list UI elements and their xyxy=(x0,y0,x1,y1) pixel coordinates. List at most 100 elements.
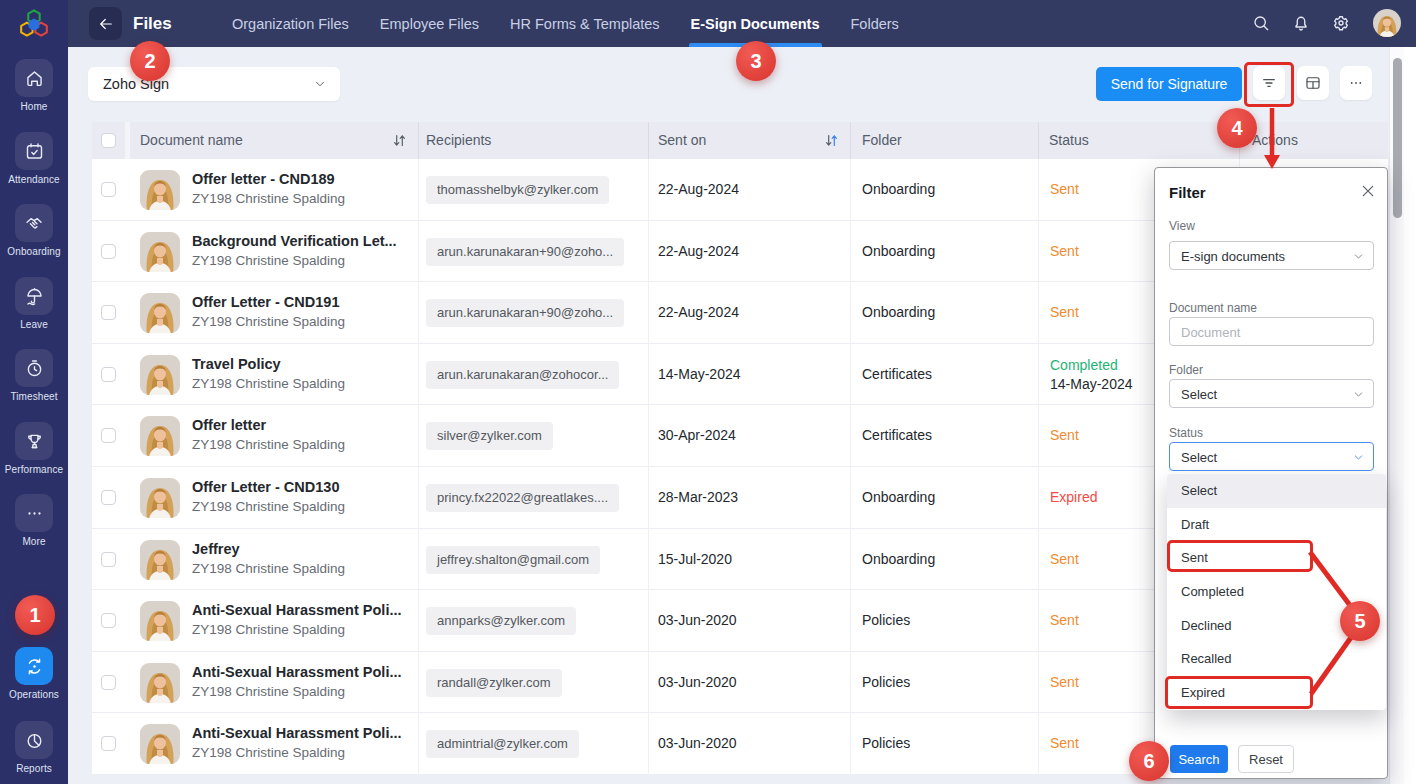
document-name[interactable]: Anti-Sexual Harassment Poli... xyxy=(192,664,402,680)
document-name[interactable]: Offer Letter - CND191 xyxy=(192,294,339,310)
vertical-scrollbar[interactable] xyxy=(1389,47,1404,784)
person-photo xyxy=(140,416,180,456)
status-label: Status xyxy=(1169,426,1203,440)
row-checkbox[interactable] xyxy=(101,613,116,628)
status-options-list: SelectDraftSentCompletedDeclinedRecalled… xyxy=(1167,474,1386,710)
document-owner: ZY198 Christine Spalding xyxy=(192,191,345,206)
status-option-select[interactable]: Select xyxy=(1167,474,1386,508)
operations-sync-icon xyxy=(24,656,45,677)
more-options-button[interactable] xyxy=(1340,66,1372,100)
row-checkbox[interactable] xyxy=(101,367,116,382)
person-photo xyxy=(140,232,180,272)
folder-name: Certificates xyxy=(862,427,932,443)
document-owner: ZY198 Christine Spalding xyxy=(192,499,345,514)
search-button[interactable] xyxy=(1251,13,1271,33)
filter-panel-title: Filter xyxy=(1169,184,1206,201)
folder-name: Policies xyxy=(862,735,910,751)
sidebar-item-label: Leave xyxy=(0,319,68,330)
col-recipients: Recipients xyxy=(426,132,491,148)
status-badge: Sent xyxy=(1050,427,1079,443)
document-name[interactable]: Offer letter - CND189 xyxy=(192,171,335,187)
recipient-email: thomasshelbyk@zylker.com xyxy=(426,176,609,204)
annotation-badge-5: 5 xyxy=(1340,601,1380,641)
sidebar-item-label: Reports xyxy=(0,763,68,774)
row-checkbox[interactable] xyxy=(101,305,116,320)
document-name[interactable]: Anti-Sexual Harassment Poli... xyxy=(192,602,402,618)
performance-trophy-icon xyxy=(24,431,45,452)
sort-icon[interactable] xyxy=(825,134,838,147)
scrollbar-thumb[interactable] xyxy=(1393,58,1402,218)
view-select[interactable]: E-sign documents xyxy=(1169,241,1374,270)
row-checkbox[interactable] xyxy=(101,552,116,567)
sent-on-date: 22-Aug-2024 xyxy=(658,243,739,259)
document-name[interactable]: Offer letter xyxy=(192,417,266,433)
send-for-signature-button[interactable]: Send for Signature xyxy=(1096,67,1242,101)
reset-button[interactable]: Reset xyxy=(1238,745,1294,773)
gear-button[interactable] xyxy=(1331,13,1351,33)
annotation-badge-1: 1 xyxy=(15,595,55,635)
sort-icon[interactable] xyxy=(393,134,406,147)
person-photo xyxy=(140,170,180,210)
sidebar-item-more[interactable]: More xyxy=(0,494,68,547)
avatar xyxy=(140,232,180,272)
row-checkbox[interactable] xyxy=(101,736,116,751)
person-photo xyxy=(140,293,180,333)
select-all-checkbox[interactable] xyxy=(101,133,116,148)
document-name[interactable]: Travel Policy xyxy=(192,356,281,372)
avatar xyxy=(140,478,180,518)
view-label: View xyxy=(1169,219,1195,233)
row-checkbox[interactable] xyxy=(101,675,116,690)
document-name[interactable]: Background Verification Let... xyxy=(192,233,397,249)
sidebar-item-home[interactable]: Home xyxy=(0,59,68,112)
sidebar-item-timesheet[interactable]: Timesheet xyxy=(0,349,68,402)
sent-on-date: 22-Aug-2024 xyxy=(658,304,739,320)
folder-select[interactable]: Select xyxy=(1169,379,1374,408)
sidebar-item-operations[interactable]: Operations xyxy=(0,647,68,700)
search-button[interactable]: Search xyxy=(1170,745,1228,773)
row-checkbox[interactable] xyxy=(101,244,116,259)
row-checkbox[interactable] xyxy=(101,428,116,443)
person-photo xyxy=(1373,9,1401,37)
col-folder: Folder xyxy=(862,132,902,148)
document-owner: ZY198 Christine Spalding xyxy=(192,561,345,576)
annotation-box-filter-button xyxy=(1244,62,1294,107)
folder-name: Onboarding xyxy=(862,551,935,567)
leave-umbrella-icon xyxy=(24,286,45,307)
sidebar-item-performance[interactable]: Performance xyxy=(0,422,68,475)
status-option-draft[interactable]: Draft xyxy=(1167,508,1386,542)
sidebar-item-attendance[interactable]: Attendance xyxy=(0,132,68,185)
sent-on-date: 15-Jul-2020 xyxy=(658,551,732,567)
bell-button[interactable] xyxy=(1291,13,1311,33)
row-checkbox[interactable] xyxy=(101,182,116,197)
column-settings-icon xyxy=(1304,74,1322,92)
document-name[interactable]: Anti-Sexual Harassment Poli... xyxy=(192,725,402,741)
avatar xyxy=(140,293,180,333)
document-name-input[interactable]: Document xyxy=(1169,317,1374,346)
document-name[interactable]: Offer Letter - CND130 xyxy=(192,479,339,495)
close-icon[interactable] xyxy=(1360,183,1376,199)
chevron-down-icon xyxy=(314,78,326,90)
sidebar-item-leave[interactable]: Leave xyxy=(0,277,68,330)
recipient-email: silver@zylker.com xyxy=(426,422,553,450)
sidebar-item-reports[interactable]: Reports xyxy=(0,721,68,774)
document-name[interactable]: Jeffrey xyxy=(192,541,240,557)
column-settings-button[interactable] xyxy=(1297,66,1329,100)
recipient-email: princy.fx22022@greatlakes.... xyxy=(426,484,619,512)
folder-name: Onboarding xyxy=(862,181,935,197)
status-badge: Sent xyxy=(1050,304,1079,320)
row-checkbox[interactable] xyxy=(101,490,116,505)
document-owner: ZY198 Christine Spalding xyxy=(192,684,345,699)
zoho-sign-dropdown[interactable]: Zoho Sign xyxy=(88,67,340,101)
col-status: Status xyxy=(1049,132,1089,148)
document-owner: ZY198 Christine Spalding xyxy=(192,745,345,760)
sidebar-item-onboarding[interactable]: Onboarding xyxy=(0,204,68,257)
status-badge: Sent xyxy=(1050,181,1079,197)
status-option-recalled[interactable]: Recalled xyxy=(1167,642,1386,676)
user-avatar[interactable] xyxy=(1373,9,1401,37)
onboarding-handshake-icon xyxy=(24,213,45,234)
person-photo xyxy=(140,724,180,764)
chevron-down-icon xyxy=(1353,452,1364,463)
col-document-name: Document name xyxy=(140,132,243,148)
status-select[interactable]: Select xyxy=(1169,442,1374,471)
zoho-people-logo[interactable] xyxy=(15,7,53,45)
